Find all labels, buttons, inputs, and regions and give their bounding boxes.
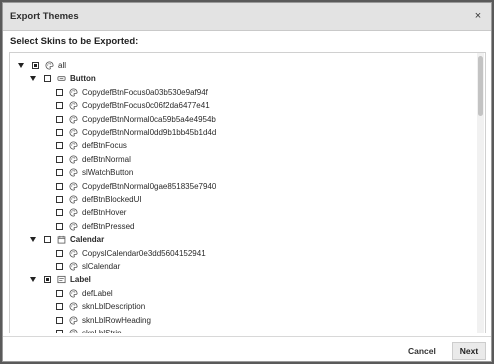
- tree-root-all[interactable]: all: [18, 59, 66, 72]
- dialog-title: Export Themes: [10, 11, 79, 22]
- row-checkbox[interactable]: [32, 62, 39, 69]
- tree-item-label: Label: [70, 275, 91, 285]
- tree-item-label: slCalendar: [82, 262, 121, 271]
- tree-item-label: CopydefBtnFocus0c06f2da6477e41: [82, 101, 210, 111]
- tree-item-skin[interactable]: defBtnHover: [56, 206, 126, 219]
- palette-icon: [69, 155, 78, 164]
- tree-item-label: CopyslCalendar0e3dd5604152941: [82, 248, 206, 258]
- tree-item-label: Button: [70, 74, 96, 84]
- tree-item-label: defBtnHover: [82, 208, 127, 218]
- tree-item-skin[interactable]: sknLblRowHeading: [56, 314, 151, 327]
- chevron-down-icon[interactable]: [18, 62, 25, 69]
- row-checkbox[interactable]: [56, 169, 63, 177]
- palette-icon: [69, 88, 78, 97]
- row-checkbox[interactable]: [56, 222, 63, 230]
- palette-icon: [69, 128, 78, 137]
- tree-item-label: defBtnBlockedUI: [82, 195, 142, 204]
- tree-item-label: defBtnFocus: [82, 141, 127, 151]
- row-checkbox[interactable]: [56, 289, 63, 297]
- dialog-subtitle: Select Skins to be Exported:: [10, 36, 139, 47]
- tree-item-skin[interactable]: CopydefBtnFocus0a03b530e9af94f: [56, 86, 208, 99]
- palette-icon: [69, 208, 78, 217]
- palette-icon: [69, 168, 78, 177]
- tree-item-skin[interactable]: defBtnNormal: [56, 153, 131, 166]
- tree-item-skin[interactable]: CopydefBtnNormal0dd9b1bb45b1d4d: [56, 126, 216, 139]
- tree-item-label: all: [58, 61, 67, 70]
- tree-item-label: CopydefBtnNormal0gae851835e7940: [82, 181, 217, 191]
- row-checkbox[interactable]: [44, 236, 51, 244]
- next-button[interactable]: Next: [452, 342, 486, 360]
- skin-tree[interactable]: all Button CopydefBtnFocus0a03b530e9af94f C…: [9, 52, 486, 333]
- tree-item-label: defLabel: [82, 288, 113, 298]
- tree-item-skin[interactable]: defLabel: [56, 287, 113, 300]
- palette-icon: [69, 262, 78, 271]
- tree-item-skin[interactable]: CopydefBtnNormal0gae851835e7940: [56, 180, 216, 193]
- row-checkbox[interactable]: [56, 330, 63, 333]
- palette-icon: [69, 141, 78, 150]
- tree-group-label[interactable]: Label: [30, 273, 91, 286]
- chevron-down-icon[interactable]: [30, 236, 37, 243]
- row-checkbox[interactable]: [56, 182, 63, 190]
- close-icon[interactable]: ×: [471, 9, 485, 23]
- palette-icon: [45, 61, 54, 70]
- palette-icon: [69, 101, 78, 110]
- tree-item-skin[interactable]: sknLblStrip: [56, 327, 122, 333]
- tree-item-label: sknLblStrip: [82, 329, 122, 333]
- tree-item-skin[interactable]: sknLblDescription: [56, 300, 145, 313]
- button-icon: [57, 74, 66, 83]
- row-checkbox[interactable]: [44, 75, 51, 83]
- calendar-icon: [57, 235, 66, 244]
- label-icon: [57, 275, 66, 284]
- row-checkbox[interactable]: [56, 102, 63, 110]
- row-checkbox[interactable]: [56, 316, 63, 324]
- tree-item-skin[interactable]: slCalendar: [56, 260, 120, 273]
- tree-item-skin[interactable]: defBtnPressed: [56, 220, 134, 233]
- row-checkbox[interactable]: [56, 142, 63, 150]
- row-checkbox[interactable]: [56, 129, 63, 136]
- tree-item-label: defBtnPressed: [82, 221, 135, 231]
- palette-icon: [69, 249, 78, 258]
- tree-item-skin[interactable]: CopyslCalendar0e3dd5604152941: [56, 247, 206, 260]
- palette-icon: [69, 316, 78, 325]
- palette-icon: [69, 289, 78, 298]
- tree-group-calendar[interactable]: Calendar: [30, 233, 104, 246]
- chevron-down-icon[interactable]: [30, 75, 37, 82]
- dialog-footer: Cancel Next: [3, 336, 491, 361]
- tree-item-label: defBtnNormal: [82, 154, 131, 164]
- tree-item-skin[interactable]: CopydefBtnFocus0c06f2da6477e41: [56, 99, 210, 112]
- row-checkbox[interactable]: [56, 155, 63, 163]
- row-checkbox[interactable]: [44, 276, 51, 284]
- row-checkbox[interactable]: [56, 249, 63, 257]
- palette-icon: [69, 182, 78, 191]
- tree-item-skin[interactable]: defBtnFocus: [56, 139, 127, 152]
- tree-group-button[interactable]: Button: [30, 72, 96, 85]
- tree-item-label: sknLblDescription: [82, 302, 146, 312]
- row-checkbox[interactable]: [56, 209, 63, 217]
- palette-icon: [69, 302, 78, 311]
- row-checkbox[interactable]: [56, 303, 63, 311]
- tree-item-skin[interactable]: defBtnBlockedUI: [56, 193, 142, 206]
- row-checkbox[interactable]: [56, 196, 63, 203]
- tree-item-label: CopydefBtnNormal0ca59b5a4e4954b: [82, 114, 216, 124]
- palette-icon: [69, 195, 78, 204]
- tree-item-skin[interactable]: CopydefBtnNormal0ca59b5a4e4954b: [56, 113, 216, 126]
- tree-item-label: sknLblRowHeading: [82, 315, 151, 325]
- palette-icon: [69, 222, 78, 231]
- row-checkbox[interactable]: [56, 263, 63, 270]
- tree-scrollbar[interactable]: [477, 53, 484, 333]
- export-themes-dialog: Export Themes × Select Skins to be Expor…: [2, 2, 492, 362]
- tree-item-skin[interactable]: slWatchButton: [56, 166, 133, 179]
- chevron-down-icon[interactable]: [30, 276, 37, 283]
- cancel-button[interactable]: Cancel: [408, 346, 436, 356]
- tree-scrollbar-thumb[interactable]: [478, 56, 483, 116]
- palette-icon: [69, 115, 78, 124]
- tree-item-label: slWatchButton: [82, 168, 134, 178]
- tree-item-label: CopydefBtnNormal0dd9b1bb45b1d4d: [82, 128, 217, 137]
- tree-item-label: CopydefBtnFocus0a03b530e9af94f: [82, 87, 208, 97]
- row-checkbox[interactable]: [56, 115, 63, 123]
- dialog-titlebar: Export Themes ×: [3, 3, 491, 31]
- row-checkbox[interactable]: [56, 88, 63, 96]
- palette-icon: [69, 329, 78, 333]
- tree-item-label: Calendar: [70, 235, 105, 245]
